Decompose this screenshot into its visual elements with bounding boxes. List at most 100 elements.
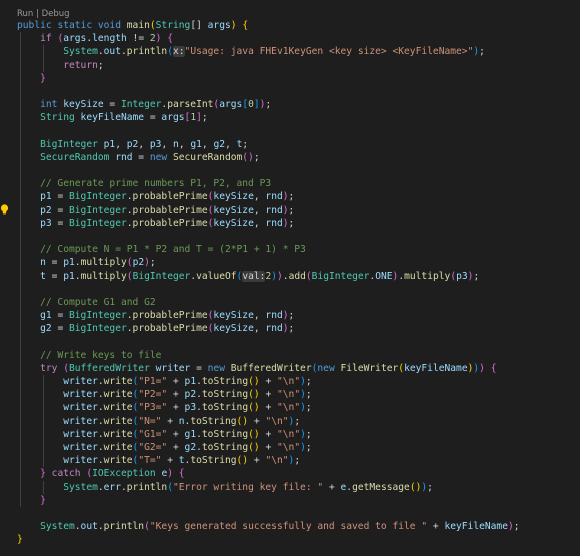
- code-token: ;: [253, 151, 260, 163]
- code-line[interactable]: writer.write("G2=" + g2.toString() + "\n…: [17, 441, 580, 455]
- code-line[interactable]: writer.write("P1=" + p1.toString() + "\n…: [17, 375, 580, 389]
- code-token: toString: [201, 402, 249, 414]
- code-token: ;: [305, 442, 312, 453]
- code-line[interactable]: p2 = BigInteger.probablePrime(keySize, r…: [17, 203, 580, 217]
- code-token: g2: [213, 138, 226, 150]
- indent-guide: [20, 190, 21, 204]
- code-line[interactable]: [17, 282, 580, 296]
- code-token: ,: [253, 204, 266, 216]
- indent-guide: [20, 401, 21, 415]
- code-line[interactable]: if (args.length != 2) {: [17, 32, 580, 46]
- code-token: getMessage: [352, 481, 410, 493]
- code-line[interactable]: writer.write("P3=" + p3.toString() + "\n…: [17, 401, 580, 415]
- code-line[interactable]: public static void main(String[] args) {: [17, 19, 580, 32]
- code-line[interactable]: SecureRandom rnd = new SecureRandom();: [17, 150, 580, 165]
- indent-guide: [20, 467, 21, 481]
- indent-guide: [20, 361, 21, 376]
- indent-guide: [20, 203, 21, 217]
- code-token: p1: [63, 270, 75, 282]
- code-line[interactable]: } catch (IOException e) {: [17, 467, 580, 481]
- code-token: (): [409, 481, 422, 493]
- code-line[interactable]: writer.write("P2=" + p2.toString() + "\n…: [17, 388, 580, 402]
- code-line[interactable]: int keySize = Integer.parseInt(args[0]);: [17, 98, 580, 112]
- code-line[interactable]: writer.write("G1=" + g1.toString() + "\n…: [17, 427, 580, 441]
- code-line[interactable]: p1 = BigInteger.probablePrime(keySize, r…: [17, 190, 580, 204]
- code-token: "P3=": [138, 402, 168, 414]
- indent-guide: [43, 375, 45, 389]
- code-line[interactable]: System.out.println(x:"Usage: java FHEv1K…: [17, 45, 580, 59]
- code-token: (): [248, 428, 260, 440]
- code-token: p1: [103, 138, 116, 150]
- code-token: ;: [294, 455, 301, 467]
- inlay-hint: x:: [172, 46, 185, 58]
- indent-guide: [20, 150, 21, 165]
- indent-guide: [20, 427, 21, 441]
- code-line[interactable]: System.err.println("Error writing key fi…: [17, 480, 580, 494]
- indent-guide: [20, 137, 21, 151]
- code-editor[interactable]: Run | Debug public static void main(Stri…: [0, 0, 580, 556]
- code-line[interactable]: try (BufferedWriter writer = new Buffere…: [17, 361, 580, 376]
- code-token: p2: [132, 257, 145, 269]
- code-token: +: [323, 481, 341, 493]
- code-line[interactable]: g2 = BigInteger.probablePrime(keySize, r…: [17, 322, 580, 336]
- indent-guide: [20, 309, 21, 323]
- code-line[interactable]: return;: [17, 58, 580, 72]
- indent-guide: [20, 32, 21, 46]
- code-token: g1: [40, 310, 52, 322]
- code-line[interactable]: writer.write("N=" + n.toString() + "\n")…: [17, 414, 580, 428]
- code-token: keyFileName: [404, 362, 468, 374]
- code-token: p1: [184, 376, 197, 388]
- code-line[interactable]: [17, 230, 580, 244]
- code-token: ,: [225, 138, 237, 150]
- code-line[interactable]: t = p1.multiply(BigInteger.valueOf(val:2…: [17, 269, 580, 283]
- code-line[interactable]: p3 = BigInteger.probablePrime(keySize, r…: [17, 216, 580, 230]
- code-area[interactable]: public static void main(String[] args) {…: [17, 19, 580, 547]
- code-line[interactable]: String keyFileName = args[1];: [17, 111, 580, 125]
- code-token: ONE: [375, 270, 393, 282]
- code-token: ,: [201, 138, 214, 150]
- code-token: =: [144, 112, 162, 124]
- code-token: =: [45, 257, 64, 269]
- code-line[interactable]: System.out.println("Keys generated succe…: [17, 520, 580, 533]
- code-token: write: [103, 415, 133, 427]
- code-line[interactable]: }: [17, 533, 580, 546]
- code-token: +: [167, 402, 185, 414]
- indent-guide: [20, 335, 21, 349]
- code-line[interactable]: n = p1.multiply(p2);: [17, 256, 580, 270]
- code-line[interactable]: [17, 507, 580, 520]
- code-line[interactable]: [17, 335, 580, 349]
- code-line[interactable]: [17, 124, 580, 138]
- code-token: (): [236, 455, 249, 467]
- code-line[interactable]: // Compute N = P1 * P2 and T = (2*P1 + 1…: [17, 243, 580, 257]
- code-token: new: [317, 362, 335, 374]
- code-line[interactable]: BigInteger p1, p2, p3, n, g1, g2, t;: [17, 137, 580, 151]
- code-token: "Error writing key file: ": [172, 481, 324, 493]
- code-token: static: [57, 20, 93, 31]
- indent-guide: [20, 348, 21, 362]
- code-line[interactable]: writer.write("T=" + t.toString() + "\n")…: [17, 454, 580, 468]
- code-token: (): [236, 415, 249, 427]
- code-line[interactable]: }: [17, 71, 580, 85]
- indent-guide: [43, 58, 45, 72]
- code-line[interactable]: }: [17, 493, 580, 507]
- code-line[interactable]: // Compute G1 and G2: [17, 295, 580, 310]
- code-token: rnd: [265, 310, 283, 322]
- lightbulb-icon[interactable]: [0, 204, 9, 215]
- code-line[interactable]: g1 = BigInteger.probablePrime(keySize, r…: [17, 309, 580, 323]
- code-line[interactable]: // Generate prime numbers P1, P2, and P3: [17, 177, 580, 191]
- code-token: out: [80, 521, 98, 533]
- run-codelens-link[interactable]: Run: [17, 9, 33, 19]
- code-token: keyFileName: [444, 521, 508, 533]
- debug-codelens-link[interactable]: Debug: [42, 9, 70, 19]
- code-token: args: [63, 33, 87, 45]
- code-token: "N=": [138, 415, 162, 427]
- code-token: multiply: [80, 257, 127, 269]
- code-line[interactable]: [17, 164, 580, 178]
- code-token: probablePrime: [132, 323, 208, 335]
- indent-guide: [20, 98, 21, 112]
- code-line[interactable]: [17, 84, 580, 99]
- code-line[interactable]: // Write keys to file: [17, 348, 580, 362]
- code-token: writer: [63, 455, 98, 467]
